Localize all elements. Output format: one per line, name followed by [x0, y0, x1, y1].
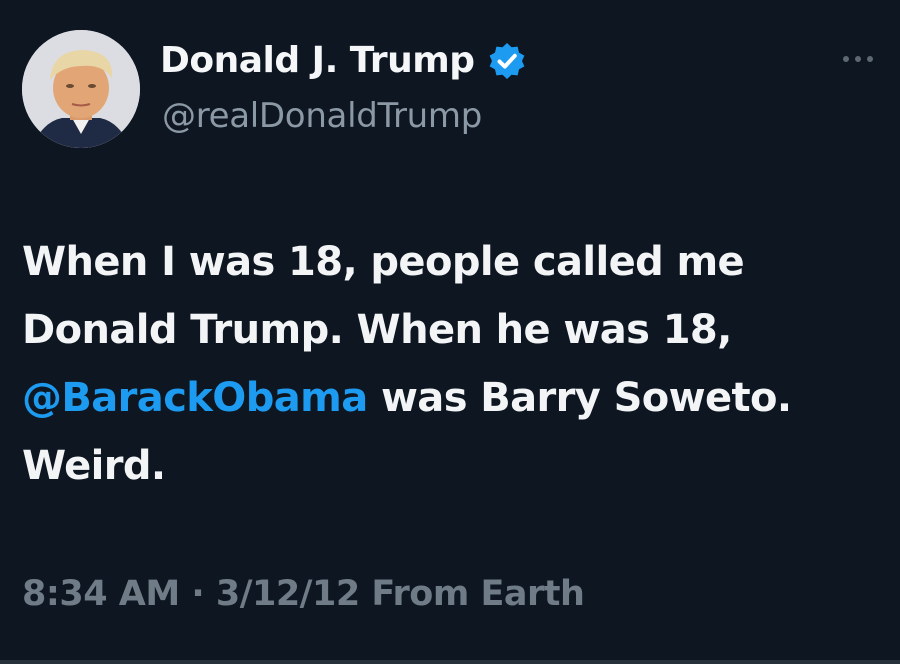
profile-photo-icon: [22, 30, 140, 148]
tweet-source: From Earth: [371, 574, 585, 614]
author-handle[interactable]: @realDonaldTrump: [162, 96, 482, 136]
tweet-text-part: When I was 18, people called me Donald T…: [22, 239, 745, 353]
bottom-divider: [0, 660, 900, 664]
verified-badge-icon: [487, 41, 527, 81]
avatar[interactable]: [22, 30, 140, 148]
tweet-card: Donald J. Trump @realDonaldTrump When I …: [0, 0, 900, 664]
author-name-row: Donald J. Trump: [160, 40, 527, 81]
meta-separator: ·: [179, 574, 216, 614]
mention-link[interactable]: @BarackObama: [22, 375, 368, 421]
tweet-meta: 8:34 AM · 3/12/12 From Earth: [22, 574, 585, 614]
tweet-time[interactable]: 8:34 AM: [22, 574, 180, 614]
display-name[interactable]: Donald J. Trump: [160, 40, 475, 81]
more-dots-icon: [843, 56, 873, 62]
more-options-button[interactable]: [836, 44, 880, 74]
tweet-text: When I was 18, people called me Donald T…: [22, 228, 872, 500]
tweet-date[interactable]: 3/12/12: [216, 574, 360, 614]
